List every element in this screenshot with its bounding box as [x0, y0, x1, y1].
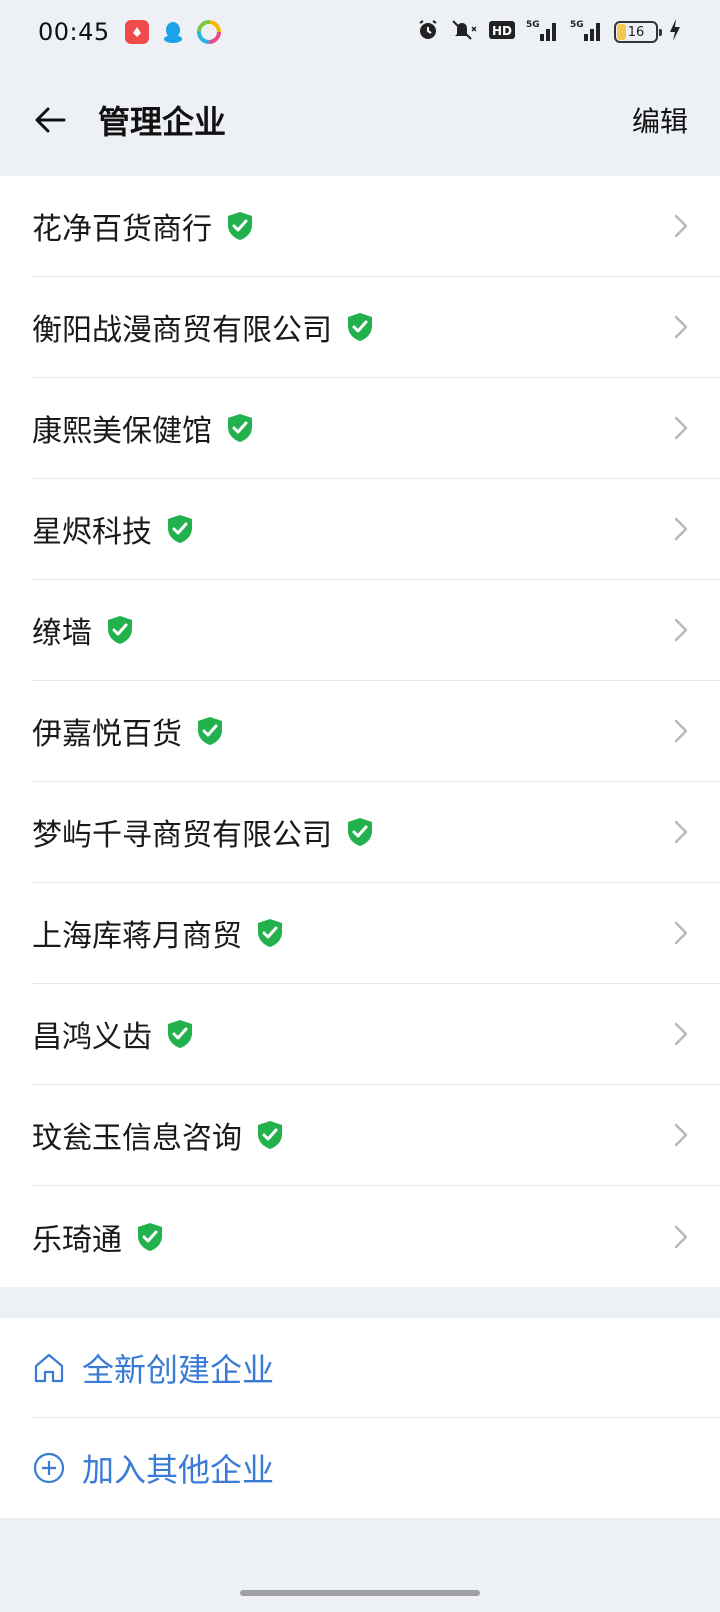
- signal-5g-icon-2: 5G: [570, 18, 604, 46]
- chevron-right-icon: [672, 211, 690, 241]
- svg-text:5G: 5G: [526, 20, 540, 30]
- verified-shield-icon: [226, 413, 254, 443]
- edit-button[interactable]: 编辑: [632, 100, 692, 140]
- verified-shield-icon: [346, 312, 374, 342]
- company-row[interactable]: 衡阳战漫商贸有限公司: [32, 277, 720, 378]
- verified-shield-icon: [256, 918, 284, 948]
- verified-shield-icon: [166, 514, 194, 544]
- chevron-right-icon: [672, 716, 690, 746]
- charging-icon: [668, 18, 682, 46]
- chevron-right-icon: [672, 1120, 690, 1150]
- verified-shield-icon: [106, 615, 134, 645]
- company-row[interactable]: 乐琦通: [32, 1186, 720, 1287]
- company-name: 玟瓮玉信息咨询: [32, 1121, 242, 1156]
- company-name: 花净百货商行: [32, 212, 212, 247]
- company-row[interactable]: 缭墙: [32, 580, 720, 681]
- chevron-right-icon: [672, 1019, 690, 1049]
- company-row[interactable]: 伊嘉悦百货: [32, 681, 720, 782]
- back-button[interactable]: [28, 98, 72, 142]
- company-row[interactable]: 昌鸿义齿: [32, 984, 720, 1085]
- verified-shield-icon: [166, 1019, 194, 1049]
- company-row[interactable]: 梦屿千寻商贸有限公司: [32, 782, 720, 883]
- status-time: 00:45: [38, 18, 110, 46]
- page-title: 管理企业: [98, 103, 227, 141]
- verified-shield-icon: [196, 716, 224, 746]
- chevron-right-icon: [672, 514, 690, 544]
- chevron-right-icon: [672, 817, 690, 847]
- status-bar: 00:45 HD 5G 5G 16: [0, 0, 720, 64]
- qq-icon: [160, 19, 186, 45]
- chevron-right-icon: [672, 1222, 690, 1252]
- alarm-icon: [416, 18, 440, 46]
- company-name: 康熙美保健馆: [32, 414, 212, 449]
- mute-icon: [450, 18, 478, 46]
- chevron-right-icon: [672, 413, 690, 443]
- company-row[interactable]: 玟瓮玉信息咨询: [32, 1085, 720, 1186]
- company-row[interactable]: 星烬科技: [32, 479, 720, 580]
- header: 管理企业 编辑: [0, 64, 720, 176]
- chevron-right-icon: [672, 615, 690, 645]
- system-status: HD 5G 5G 16: [416, 18, 682, 46]
- company-name: 梦屿千寻商贸有限公司: [32, 818, 332, 853]
- company-name: 上海库蒋月商贸: [32, 919, 242, 954]
- chevron-right-icon: [672, 312, 690, 342]
- back-arrow-icon: [35, 107, 66, 133]
- svg-text:HD: HD: [492, 24, 512, 38]
- company-name: 缭墙: [32, 616, 92, 651]
- company-name: 乐琦通: [32, 1222, 122, 1258]
- chevron-right-icon: [672, 918, 690, 948]
- company-row[interactable]: 上海库蒋月商贸: [32, 883, 720, 984]
- battery-level: 16: [627, 24, 645, 40]
- svg-text:5G: 5G: [570, 20, 584, 30]
- verified-shield-icon: [226, 211, 254, 241]
- company-row[interactable]: 康熙美保健馆: [32, 378, 720, 479]
- home-icon: [32, 1351, 66, 1385]
- company-row[interactable]: 花净百货商行: [32, 176, 720, 277]
- company-name: 昌鸿义齿: [32, 1020, 152, 1055]
- plus-circle-icon: [32, 1451, 66, 1485]
- company-list: 花净百货商行衡阳战漫商贸有限公司 康熙美保健馆 星烬科技缭墙伊嘉悦百货梦屿千寻商贸有…: [0, 176, 720, 1287]
- battery-icon: 16: [614, 21, 662, 43]
- verified-shield-icon: [256, 1120, 284, 1150]
- company-name: 星烬科技: [32, 515, 152, 550]
- signal-5g-icon-1: 5G: [526, 18, 560, 46]
- verified-shield-icon: [136, 1222, 164, 1252]
- actions-section: 全新创建企业 加入其他企业: [0, 1318, 720, 1518]
- company-name: 伊嘉悦百货: [32, 717, 182, 752]
- home-indicator[interactable]: [240, 1590, 480, 1596]
- join-company-label: 加入其他企业: [82, 1451, 275, 1489]
- join-company-button[interactable]: 加入其他企业: [32, 1418, 720, 1518]
- hd-icon: HD: [488, 19, 516, 45]
- create-company-label: 全新创建企业: [82, 1350, 275, 1389]
- verified-shield-icon: [346, 817, 374, 847]
- create-company-button[interactable]: 全新创建企业: [32, 1318, 720, 1418]
- red-app-icon: [124, 19, 150, 45]
- company-name: 衡阳战漫商贸有限公司: [32, 313, 332, 348]
- colorful-app-icon: [196, 19, 222, 45]
- notification-icons: [124, 19, 222, 45]
